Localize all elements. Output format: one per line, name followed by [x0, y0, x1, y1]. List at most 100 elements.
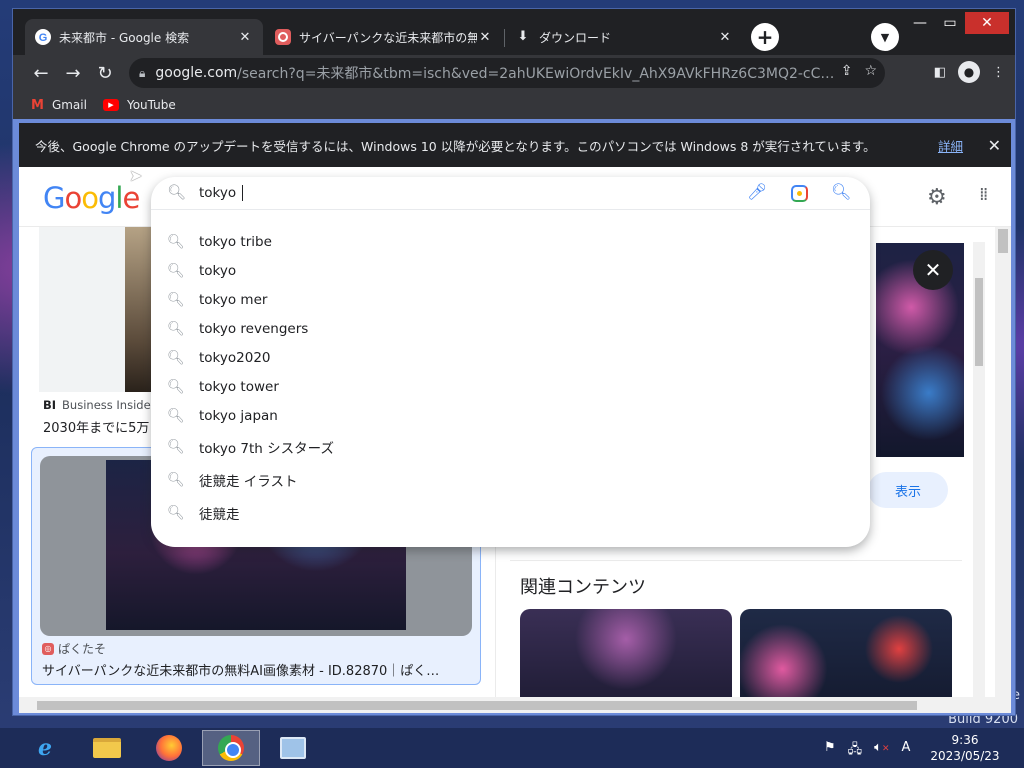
tab-google-search[interactable]: G 未来都市 - Google 検索 ✕ — [25, 19, 263, 55]
search-icon: 🔍︎ — [167, 438, 185, 455]
new-tab-button[interactable]: + — [751, 23, 779, 51]
gear-icon[interactable]: ⚙ — [927, 185, 947, 210]
bookmark-gmail[interactable]: M Gmail — [31, 98, 87, 113]
maximize-button[interactable]: ▭ — [935, 12, 965, 34]
minimize-icon: — — [913, 15, 927, 31]
url-path: /search?q=未来都市&tbm=isch&ved=2ahUKEwiOrdv… — [237, 66, 835, 82]
network-icon[interactable]: 🖧︎ — [848, 740, 863, 762]
preview-close-button[interactable]: ✕ — [913, 250, 953, 290]
taskbar-chrome[interactable] — [202, 730, 260, 766]
suggestion-item[interactable]: 🔍︎ tokyo — [151, 256, 870, 285]
source-badge: BI — [43, 398, 57, 412]
omnibox-actions: ⇪ ☆ — [841, 63, 877, 79]
source-name: ぱくたそ — [58, 642, 107, 656]
suggestion-item[interactable]: 🔍︎ tokyo japan — [151, 401, 870, 430]
search-icon: 🔍︎ — [167, 291, 185, 308]
system-tray: ⚑ 🖧︎ 🔈︎✕ A — [824, 740, 910, 762]
suggestion-item[interactable]: 🔍︎ 徒競走 イラスト — [151, 463, 870, 496]
close-icon[interactable]: ✕ — [717, 30, 733, 45]
search-icon: 🔍︎ — [167, 183, 187, 201]
browser-toolbar: ← → ↻ 🔒︎ google.com /search?q=未来都市&tbm=i… — [13, 55, 1015, 91]
search-query: tokyo — [199, 185, 244, 201]
search-icon: 🔍︎ — [167, 407, 185, 424]
download-icon: ⬇ — [517, 29, 529, 44]
close-icon: ✕ — [981, 15, 993, 31]
windows-taskbar: e ⚑ 🖧︎ 🔈︎✕ A 9:36 2023/05/23 — [0, 728, 1024, 768]
taskbar-file-explorer[interactable] — [78, 730, 136, 766]
suggestion-item[interactable]: 🔍︎ tokyo2020 — [151, 343, 870, 372]
search-submit-icon[interactable]: 🔍︎ — [831, 182, 851, 201]
mouse-cursor-icon: ➤ — [129, 166, 143, 185]
window-close-button[interactable]: ✕ — [965, 12, 1009, 34]
infobar-close-button[interactable]: ✕ — [988, 136, 1001, 155]
scrollbar-thumb[interactable] — [975, 278, 983, 366]
suggestion-item[interactable]: 🔍︎ tokyo tribe — [151, 227, 870, 256]
star-icon[interactable]: ☆ — [864, 63, 877, 79]
lock-icon: 🔒︎ — [139, 65, 146, 80]
reload-button[interactable]: ↻ — [89, 57, 121, 89]
bookmarks-bar: M Gmail ▶ YouTube — [13, 91, 1015, 119]
minimize-button[interactable]: — — [905, 12, 935, 34]
search-icon: 🔍︎ — [167, 349, 185, 366]
search-input[interactable]: 🔍︎ tokyo 🎤︎ 🔍︎ — [151, 177, 870, 210]
close-icon[interactable]: ✕ — [237, 30, 253, 45]
reload-icon: ↻ — [97, 62, 113, 84]
google-lens-icon[interactable] — [791, 185, 808, 202]
google-logo[interactable]: Google — [43, 181, 140, 215]
tab-title: 未来都市 - Google 検索 — [59, 30, 190, 45]
back-button[interactable]: ← — [25, 57, 57, 89]
search-icon: 🔍︎ — [167, 378, 185, 395]
suggestion-item[interactable]: 🔍︎ tokyo tower — [151, 372, 870, 401]
suggestion-item[interactable]: 🔍︎ tokyo mer — [151, 285, 870, 314]
taskbar-internet-explorer[interactable]: e — [16, 730, 74, 766]
page-scrollbar[interactable] — [995, 227, 1011, 697]
related-thumbnail[interactable] — [740, 609, 952, 697]
tab-search-button[interactable]: ▼ — [871, 23, 899, 51]
taskbar-control-panel[interactable] — [264, 730, 322, 766]
related-thumbnail[interactable] — [520, 609, 732, 697]
suggestion-item[interactable]: 🔍︎ tokyo 7th シスターズ — [151, 430, 870, 463]
view-button[interactable]: 表示 — [868, 472, 948, 508]
bookmark-youtube[interactable]: ▶ YouTube — [102, 98, 176, 112]
tab-pakutaso[interactable]: サイバーパンクな近未来都市の無料AI ✕ — [265, 19, 503, 55]
result-title[interactable]: 2030年までに5万 — [43, 417, 149, 436]
address-bar[interactable]: 🔒︎ google.com /search?q=未来都市&tbm=isch&ve… — [129, 58, 885, 88]
search-autocomplete: 🔍︎ tokyo 🎤︎ 🔍︎ 🔍︎ tokyo tribe 🔍︎ tokyo 🔍︎ t… — [151, 177, 870, 547]
url-host: google.com — [155, 65, 238, 81]
suggestion-item[interactable]: 🔍︎ 徒競走 — [151, 496, 870, 529]
more-menu-icon[interactable]: ⋮ — [992, 65, 1005, 80]
youtube-icon: ▶ — [102, 99, 119, 111]
pakutaso-icon — [275, 29, 291, 45]
preview-scrollbar[interactable] — [973, 242, 985, 697]
clock-time: 9:36 — [951, 733, 979, 747]
profile-avatar-icon[interactable]: ● — [958, 61, 980, 83]
search-icon: 🔍︎ — [167, 504, 185, 521]
apps-grid-icon[interactable]: ⁞⁞ — [979, 184, 989, 205]
microphone-icon[interactable]: 🎤︎ — [747, 182, 767, 201]
horizontal-scrollbar[interactable] — [19, 697, 1011, 713]
google-g-icon: G — [35, 29, 51, 45]
side-panel-icon[interactable]: ◧ — [934, 65, 946, 80]
result-source: ◎ ぱくたそ — [42, 640, 106, 657]
chrome-icon — [218, 735, 244, 761]
volume-muted-icon[interactable]: 🔈︎✕ — [874, 740, 889, 762]
tab-title: サイバーパンクな近未来都市の無料AI — [299, 30, 477, 45]
scrollbar-thumb[interactable] — [998, 229, 1008, 253]
arrow-left-icon: ← — [33, 62, 49, 84]
action-center-flag-icon[interactable]: ⚑ — [824, 740, 836, 762]
forward-button[interactable]: → — [57, 57, 89, 89]
system-clock[interactable]: 9:36 2023/05/23 — [930, 732, 1000, 764]
ime-indicator[interactable]: A — [902, 740, 911, 762]
result-title[interactable]: サイバーパンクな近未来都市の無料AI画像素材 - ID.82870｜ぱく… — [42, 660, 466, 679]
close-icon[interactable]: ✕ — [477, 30, 493, 45]
taskbar-firefox[interactable] — [140, 730, 198, 766]
scrollbar-thumb[interactable] — [37, 701, 917, 710]
bookmark-label: Gmail — [51, 98, 87, 112]
share-icon[interactable]: ⇪ — [841, 63, 853, 79]
suggestion-item[interactable]: 🔍︎ tokyo revengers — [151, 314, 870, 343]
infobar-details-link[interactable]: 詳細 — [938, 136, 963, 155]
tab-title: ダウンロード — [539, 30, 612, 45]
tab-downloads[interactable]: ⬇ ダウンロード ✕ — [505, 19, 743, 55]
toolbar-right: ◧ ● ⋮ — [934, 61, 1005, 83]
source-name: Business Insider — [62, 398, 156, 412]
